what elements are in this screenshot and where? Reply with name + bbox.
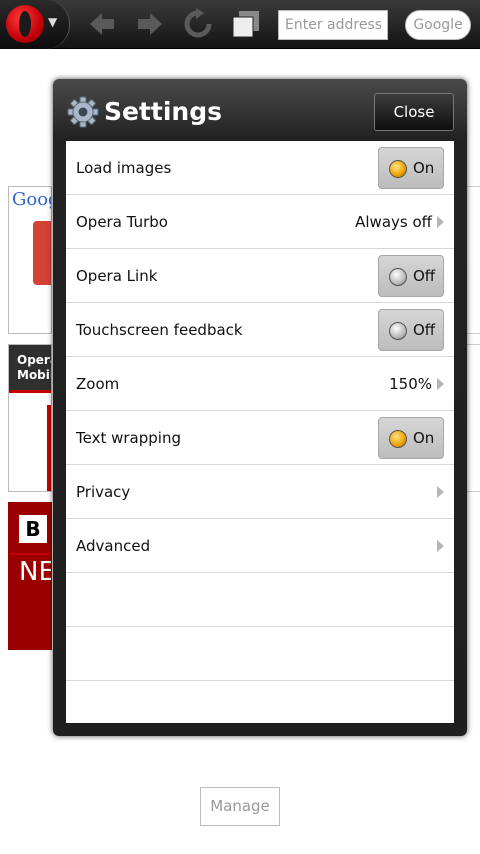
settings-row-load-images[interactable]: Load images On	[66, 141, 454, 195]
close-button[interactable]: Close	[374, 93, 454, 131]
speed-dial-opera-tile[interactable]: Opera Mobil	[8, 344, 52, 492]
forward-arrow-icon[interactable]	[134, 8, 166, 40]
bbc-logo: B	[19, 515, 47, 543]
opera-link-toggle[interactable]: Off	[378, 255, 444, 297]
bbc-tile-text: NE	[19, 557, 52, 587]
row-label: Opera Turbo	[76, 213, 168, 231]
bbc-divider	[9, 553, 51, 555]
gear-icon	[67, 96, 99, 128]
tabs-icon[interactable]	[230, 8, 262, 40]
settings-row-opera-turbo[interactable]: Opera Turbo Always off	[66, 195, 454, 249]
touchscreen-feedback-toggle[interactable]: Off	[378, 309, 444, 351]
chevron-right-icon	[437, 540, 444, 552]
opera-logo-icon	[6, 5, 44, 43]
led-off-icon	[389, 322, 407, 340]
settings-row-opera-link[interactable]: Opera Link Off	[66, 249, 454, 303]
empty-row	[66, 627, 454, 681]
speed-dial-bbc-tile[interactable]: B NE	[8, 502, 52, 650]
settings-row-touchscreen-feedback[interactable]: Touchscreen feedback Off	[66, 303, 454, 357]
led-on-icon	[389, 430, 407, 448]
google-tile-image	[33, 221, 51, 285]
toggle-state: Off	[413, 267, 436, 285]
text-wrapping-toggle[interactable]: On	[378, 417, 444, 459]
chevron-right-icon	[437, 378, 444, 390]
settings-row-privacy[interactable]: Privacy	[66, 465, 454, 519]
toggle-state: On	[413, 159, 435, 177]
row-label: Privacy	[76, 483, 131, 501]
settings-dialog: Settings Close Load images On Opera Turb…	[53, 79, 467, 736]
toggle-state: On	[413, 429, 435, 447]
back-arrow-icon[interactable]	[86, 8, 118, 40]
manage-button[interactable]: Manage	[200, 787, 280, 826]
led-off-icon	[389, 268, 407, 286]
opera-tile-header: Opera Mobil	[9, 345, 51, 393]
browser-toolbar: ▼ Google	[0, 0, 480, 49]
row-label: Text wrapping	[76, 429, 181, 447]
row-value: Always off	[355, 213, 432, 231]
reload-icon[interactable]	[182, 8, 214, 40]
settings-row-zoom[interactable]: Zoom 150%	[66, 357, 454, 411]
row-label: Advanced	[76, 537, 151, 555]
settings-row-text-wrapping[interactable]: Text wrapping On	[66, 411, 454, 465]
address-input[interactable]	[278, 10, 388, 40]
load-images-toggle[interactable]: On	[378, 147, 444, 189]
row-value: 150%	[389, 375, 432, 393]
dialog-title: Settings	[104, 97, 223, 126]
toggle-state: Off	[413, 321, 436, 339]
settings-row-advanced[interactable]: Advanced	[66, 519, 454, 573]
led-on-icon	[389, 160, 407, 178]
chevron-right-icon	[437, 486, 444, 498]
search-engine-button[interactable]: Google	[405, 10, 471, 40]
opera-tile-line-2: Mobil	[17, 368, 52, 382]
row-label: Zoom	[76, 375, 120, 393]
chevron-right-icon	[437, 216, 444, 228]
opera-menu-button[interactable]: ▼	[0, 0, 70, 49]
row-label: Opera Link	[76, 267, 158, 285]
settings-list: Load images On Opera Turbo Always off Op…	[66, 141, 454, 723]
speed-dial-google-tile[interactable]: Goog	[8, 186, 52, 334]
chevron-down-icon: ▼	[48, 15, 58, 29]
row-label: Load images	[76, 159, 172, 177]
opera-tile-image	[47, 405, 51, 491]
empty-row	[66, 573, 454, 627]
row-label: Touchscreen feedback	[76, 321, 243, 339]
google-tile-text: Goog	[12, 189, 51, 210]
opera-tile-line-1: Opera	[17, 353, 51, 367]
